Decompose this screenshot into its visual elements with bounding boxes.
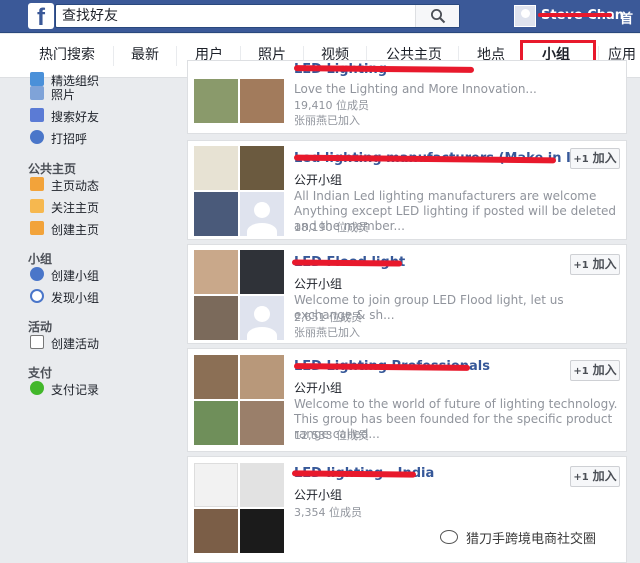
wechat-icon (440, 530, 458, 544)
create-group-icon (30, 267, 44, 281)
page-feed-icon (30, 177, 44, 191)
like-page-icon (30, 199, 44, 213)
tab-latest[interactable]: 最新 (122, 34, 168, 78)
group-photo (194, 463, 238, 507)
sidebar-item-label: 打招呼 (51, 132, 88, 146)
friend-joined: 张丽燕已加入 (294, 114, 360, 127)
group-photo (240, 296, 284, 340)
sidebar-item-label: 创建活动 (51, 337, 100, 351)
create-event-icon (30, 335, 44, 349)
user-avatar[interactable] (514, 5, 536, 27)
redaction-mark (291, 259, 403, 267)
group-photo (194, 192, 238, 236)
group-result-card[interactable]: LED Lighting Love the Lighting and More … (187, 60, 627, 134)
group-photo (194, 509, 238, 553)
group-privacy: 公开小组 (294, 173, 343, 187)
member-count: 19,410 位成员 (294, 99, 369, 112)
member-count: 12,533 位成员 (294, 429, 369, 442)
group-privacy: 公开小组 (294, 488, 343, 502)
group-description: Love the Lighting and More Innovation... (294, 82, 537, 96)
facebook-logo[interactable]: f (28, 3, 54, 29)
add-icon: +1 (573, 260, 589, 271)
pages-header: 公共主页 (28, 162, 77, 176)
join-label: 加入 (592, 469, 617, 483)
home-link[interactable]: 首 (620, 8, 633, 27)
sidebar-item-label: 照片 (51, 88, 76, 102)
group-photo (240, 250, 284, 294)
join-group-button[interactable]: +1 加入 (570, 360, 620, 381)
add-icon: +1 (573, 154, 589, 165)
friends-icon (30, 108, 44, 122)
events-header: 活动 (28, 320, 53, 334)
group-photo (240, 192, 284, 236)
group-result-card[interactable]: Led lighting manufacturers (Make in Indi… (187, 140, 627, 240)
left-sidebar: 精选组织 照片 搜索好友 打招呼 公共主页 主页动态 关注主页 创建主页 小组 … (0, 72, 185, 563)
top-bar: f Steve Chan 首 (0, 0, 640, 33)
search-input[interactable] (62, 5, 412, 27)
watermark-text: 猎刀手跨境电商社交圈 (466, 532, 597, 547)
group-photo (194, 146, 238, 190)
group-photo (240, 509, 284, 553)
group-privacy: 公开小组 (294, 381, 343, 395)
member-count: 18,190 位成员 (294, 221, 369, 234)
join-label: 加入 (592, 257, 617, 271)
group-privacy: 公开小组 (294, 277, 343, 291)
group-photo (240, 463, 284, 507)
photo-icon (30, 86, 44, 100)
sidebar-item-label: 支付记录 (51, 383, 100, 397)
sidebar-item-label: 创建小组 (51, 269, 100, 283)
group-photo (240, 401, 284, 445)
search-button[interactable] (415, 5, 459, 27)
sidebar-item-label: 发现小组 (51, 291, 100, 305)
join-label: 加入 (592, 363, 617, 377)
group-photo (194, 401, 238, 445)
sidebar-item-label: 创建主页 (51, 223, 100, 237)
group-result-card[interactable]: LED Flood light 公开小组 Welcome to join gro… (187, 244, 627, 344)
member-count: 2,651 位成员 (294, 311, 362, 324)
groups-header: 小组 (28, 252, 53, 266)
group-photo (194, 296, 238, 340)
add-icon: +1 (573, 366, 589, 377)
search-icon (431, 9, 446, 24)
group-result-card[interactable]: LED Lighting Professionals 公开小组 Welcome … (187, 348, 627, 452)
payment-history-icon (30, 381, 44, 395)
sidebar-item-label: 关注主页 (51, 201, 100, 215)
group-photo (240, 355, 284, 399)
group-photo (240, 146, 284, 190)
redaction-mark (291, 470, 417, 478)
redaction-mark (538, 13, 612, 17)
payments-header: 支付 (28, 366, 53, 380)
create-page-icon (30, 221, 44, 235)
join-group-button[interactable]: +1 加入 (570, 148, 620, 169)
discover-group-icon (30, 289, 44, 303)
join-group-button[interactable]: +1 加入 (570, 254, 620, 275)
join-label: 加入 (592, 151, 617, 165)
group-photo (240, 79, 284, 123)
group-photo (194, 250, 238, 294)
video-icon (30, 72, 44, 86)
search-box[interactable] (55, 4, 460, 28)
poke-icon (30, 130, 44, 144)
group-results-list: LED Lighting Love the Lighting and More … (187, 60, 627, 563)
group-photo (194, 79, 238, 123)
sidebar-item-label: 主页动态 (51, 179, 100, 193)
sidebar-item-label: 搜索好友 (51, 110, 100, 124)
join-group-button[interactable]: +1 加入 (570, 466, 620, 487)
friend-joined: 张丽燕已加入 (294, 326, 360, 339)
add-icon: +1 (573, 472, 589, 483)
member-count: 3,354 位成员 (294, 506, 362, 519)
group-photo (194, 355, 238, 399)
